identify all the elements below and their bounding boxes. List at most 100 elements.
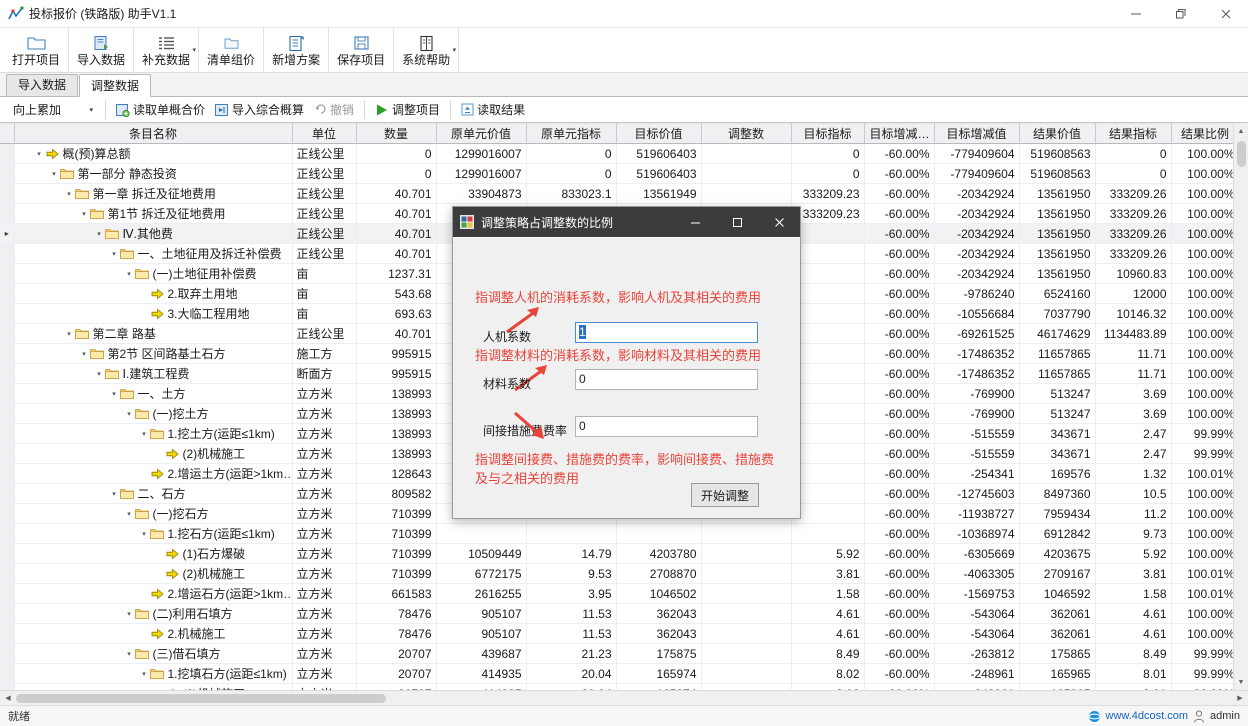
cell-result_value[interactable]: 13561950 — [1019, 243, 1096, 264]
cell-result_ratio[interactable]: 100.00% — [1171, 223, 1233, 244]
cell-result_ratio[interactable]: 100.00% — [1171, 603, 1233, 624]
cell-target_index[interactable]: 8.02 — [791, 663, 865, 684]
cell-target_index[interactable]: 4.61 — [791, 623, 865, 644]
table-row[interactable]: ▾ 概(预)算总额 正线公里 0 1299016007 0 519606403 0 -60.00… — [0, 143, 1233, 164]
tree-item-cell[interactable]: (2)机械施工 — [14, 443, 293, 464]
cell-unit[interactable]: 正线公里 — [292, 163, 357, 184]
row-gutter[interactable] — [0, 563, 15, 584]
cell-target_index[interactable] — [791, 443, 865, 464]
cell-adjust_count[interactable] — [701, 663, 792, 684]
cell-result_value[interactable]: 362061 — [1019, 603, 1096, 624]
cell-result_index[interactable]: 11.2 — [1095, 503, 1172, 524]
cell-result_ratio[interactable]: 100.00% — [1171, 363, 1233, 384]
cell-unit[interactable]: 正线公里 — [292, 243, 357, 264]
cell-target_value[interactable]: 175875 — [616, 643, 702, 664]
cell-target_growth_value[interactable]: -543064 — [934, 623, 1020, 644]
scroll-right-arrow-icon[interactable]: ▶ — [1232, 691, 1248, 706]
cell-result_value[interactable]: 165965 — [1019, 683, 1096, 690]
cell-result_value[interactable]: 11657865 — [1019, 343, 1096, 364]
cell-result_value[interactable]: 7037790 — [1019, 303, 1096, 324]
cell-unit[interactable]: 亩 — [292, 283, 357, 304]
cell-target_value[interactable]: 519606403 — [616, 163, 702, 184]
table-row[interactable]: ▾ (三)借石填方 立方米 20707 439687 21.23 175875 8.49 -60… — [0, 643, 1233, 664]
cell-result_index[interactable]: 1.32 — [1095, 463, 1172, 484]
chevron-down-icon[interactable]: ▾ — [89, 106, 93, 114]
tree-item-cell[interactable]: ▾ 概(预)算总额 — [14, 143, 293, 164]
cell-target_growth_ratio[interactable]: -60.00% — [864, 423, 935, 444]
cell-qty[interactable]: 710399 — [356, 543, 437, 564]
cell-result_ratio[interactable]: 100.00% — [1171, 383, 1233, 404]
cell-target_growth_value[interactable]: -254341 — [934, 463, 1020, 484]
grid-column-header[interactable]: 结果指标 — [1095, 123, 1172, 144]
cell-target_growth_ratio[interactable]: -60.00% — [864, 223, 935, 244]
cell-orig_unit_index[interactable]: 11.53 — [526, 623, 617, 644]
tree-item-cell[interactable]: ▾ 二、石方 — [14, 483, 293, 504]
cell-target_index[interactable]: 0 — [791, 163, 865, 184]
expander-toggle-icon[interactable]: ▾ — [124, 608, 135, 619]
expander-toggle-icon[interactable] — [154, 448, 165, 459]
cell-result_value[interactable]: 175865 — [1019, 643, 1096, 664]
restore-button[interactable] — [1158, 0, 1203, 28]
cell-target_growth_ratio[interactable]: -60.00% — [864, 443, 935, 464]
cell-target_growth_ratio[interactable]: -60.00% — [864, 343, 935, 364]
cell-result_index[interactable]: 0 — [1095, 163, 1172, 184]
cell-qty[interactable]: 138993 — [356, 403, 437, 424]
expander-toggle-icon[interactable]: ▾ — [49, 168, 60, 179]
cell-target_growth_ratio[interactable]: -60.00% — [864, 183, 935, 204]
import-budget-button[interactable]: 导入综合概算 — [210, 99, 309, 120]
cell-result_value[interactable]: 362061 — [1019, 623, 1096, 644]
cell-target_growth_value[interactable]: -20342924 — [934, 243, 1020, 264]
cell-qty[interactable]: 20707 — [356, 683, 437, 690]
cell-result_index[interactable]: 333209.26 — [1095, 203, 1172, 224]
cell-target_growth_value[interactable]: -6305669 — [934, 543, 1020, 564]
cell-result_ratio[interactable]: 100.00% — [1171, 323, 1233, 344]
cell-target_index[interactable]: 333209.23 — [791, 183, 865, 204]
cell-result_ratio[interactable]: 100.01% — [1171, 563, 1233, 584]
undo-button[interactable]: 撤销 — [309, 99, 359, 120]
cell-orig_unit_value[interactable]: 10509449 — [436, 543, 527, 564]
cell-target_index[interactable] — [791, 243, 865, 264]
cell-qty[interactable]: 138993 — [356, 443, 437, 464]
cell-target_growth_ratio[interactable]: -60.00% — [864, 623, 935, 644]
cell-qty[interactable]: 710399 — [356, 563, 437, 584]
cell-target_growth_value[interactable]: -769900 — [934, 403, 1020, 424]
cell-result_ratio[interactable]: 99.99% — [1171, 663, 1233, 684]
cell-target_growth_value[interactable]: -515559 — [934, 423, 1020, 444]
expander-toggle-icon[interactable]: ▾ — [139, 428, 150, 439]
cell-result_index[interactable]: 2.47 — [1095, 443, 1172, 464]
expander-toggle-icon[interactable] — [154, 548, 165, 559]
cell-target_growth_value[interactable]: -248961 — [934, 663, 1020, 684]
cell-target_index[interactable] — [791, 283, 865, 304]
ribbon-button-open-project[interactable]: 打开项目 — [4, 28, 70, 72]
tree-item-cell[interactable]: ▾ Ⅰ.建筑工程费 — [14, 363, 293, 384]
grid-column-header[interactable]: 数量 — [356, 123, 437, 144]
cell-result_index[interactable]: 4.61 — [1095, 623, 1172, 644]
cell-result_index[interactable]: 333209.26 — [1095, 243, 1172, 264]
cell-qty[interactable]: 0 — [356, 143, 437, 164]
cell-target_index[interactable]: 8.49 — [791, 643, 865, 664]
table-row[interactable]: (2)机械施工 立方米 710399 6772175 9.53 2708870 3.81 -6… — [0, 563, 1233, 584]
cell-target_index[interactable] — [791, 303, 865, 324]
row-gutter[interactable] — [0, 323, 15, 344]
cell-result_index[interactable]: 5.92 — [1095, 543, 1172, 564]
cell-unit[interactable]: 立方米 — [292, 543, 357, 564]
read-unit-price-button[interactable]: 读取单概合价 — [111, 99, 210, 120]
cell-result_index[interactable]: 9.73 — [1095, 523, 1172, 544]
row-gutter[interactable] — [0, 343, 15, 364]
grid-column-header[interactable]: 目标增减值 — [934, 123, 1020, 144]
cell-result_value[interactable]: 513247 — [1019, 403, 1096, 424]
cell-result_value[interactable]: 8497360 — [1019, 483, 1096, 504]
cell-result_ratio[interactable]: 100.00% — [1171, 183, 1233, 204]
cell-result_ratio[interactable]: 100.00% — [1171, 263, 1233, 284]
cell-unit[interactable]: 亩 — [292, 303, 357, 324]
cell-qty[interactable]: 0 — [356, 163, 437, 184]
cell-adjust_count[interactable] — [701, 563, 792, 584]
cell-target_value[interactable] — [616, 523, 702, 544]
ribbon-button-import-data[interactable]: 导入数据 — [69, 28, 135, 72]
expander-toggle-icon[interactable] — [154, 568, 165, 579]
cell-result_ratio[interactable]: 100.01% — [1171, 463, 1233, 484]
cell-target_growth_ratio[interactable]: -60.00% — [864, 403, 935, 424]
cell-unit[interactable]: 立方米 — [292, 563, 357, 584]
tree-item-cell[interactable]: ▾ 第二章 路基 — [14, 323, 293, 344]
cell-unit[interactable]: 施工方 — [292, 343, 357, 364]
